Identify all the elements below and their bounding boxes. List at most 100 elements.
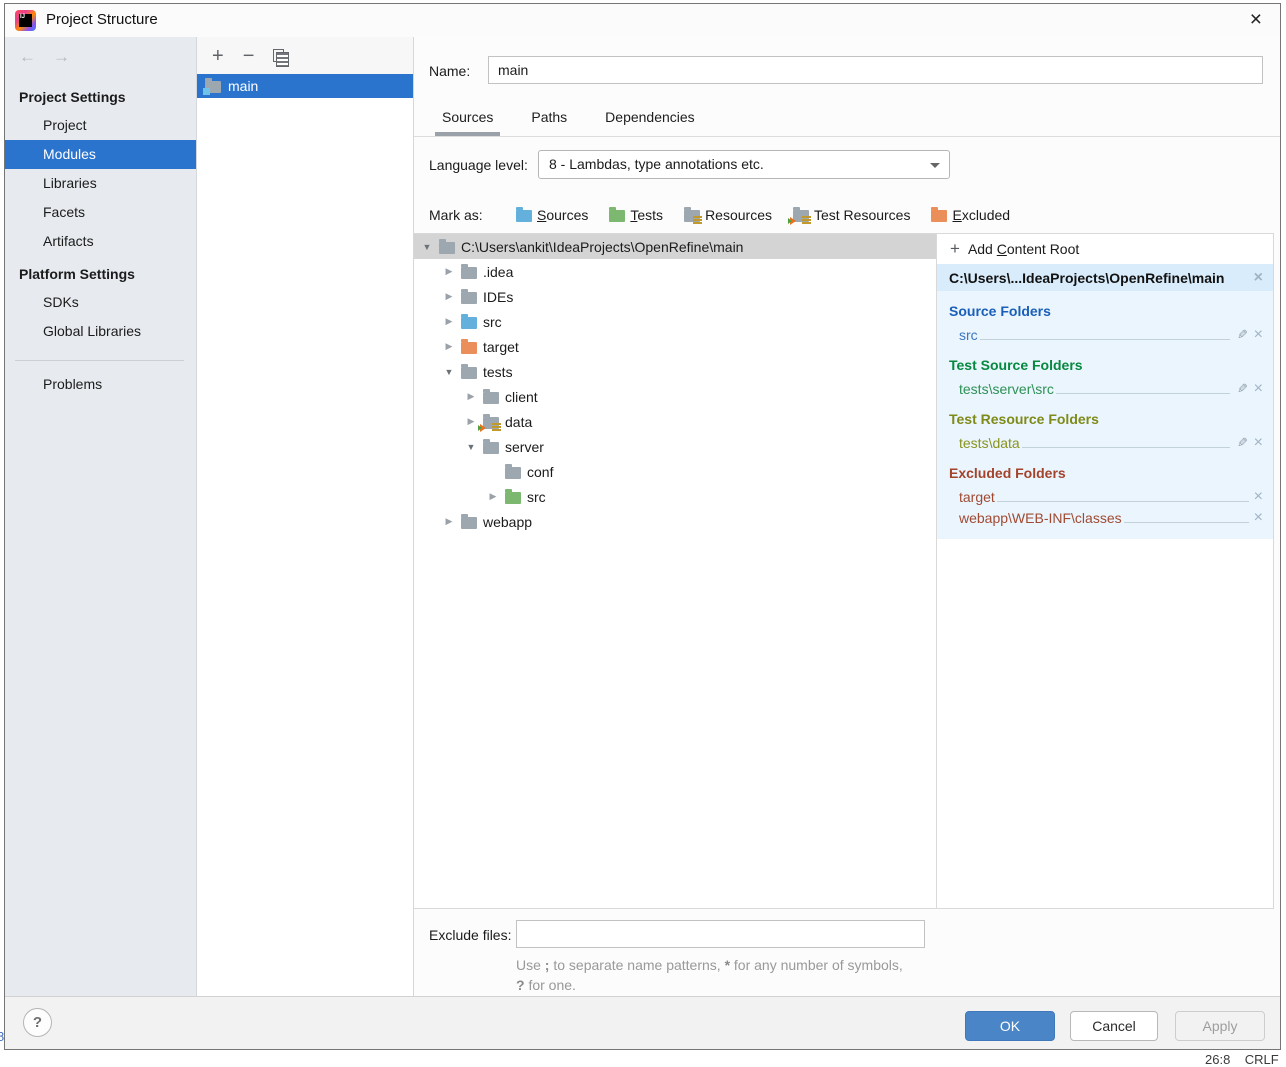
- remove-icon[interactable]: ×: [1254, 381, 1263, 397]
- add-icon[interactable]: +: [212, 46, 224, 66]
- tab-bar: Sources Paths Dependencies: [435, 105, 702, 129]
- sidebar-item-modules[interactable]: Modules: [5, 140, 196, 169]
- mark-as-resources-button[interactable]: Resources: [684, 207, 772, 223]
- add-content-root-button[interactable]: + Add Content Root: [937, 234, 1273, 264]
- collapse-icon[interactable]: [421, 242, 433, 252]
- tree-node-webapp[interactable]: webapp: [414, 509, 936, 534]
- mark-as-tests-button[interactable]: Tests: [609, 207, 663, 223]
- mark-as-excluded-button[interactable]: Excluded: [931, 207, 1010, 223]
- copy-icon[interactable]: [273, 49, 284, 62]
- leader-line: [1124, 522, 1249, 523]
- title-bar: IJ Project Structure ×: [5, 4, 1280, 37]
- excluded-folders-group: Excluded Folders target × webapp\WEB-INF…: [949, 462, 1263, 526]
- tab-separator: [414, 136, 1280, 137]
- expand-icon[interactable]: [465, 416, 477, 427]
- tab-dependencies[interactable]: Dependencies: [598, 105, 702, 129]
- test-source-folder-icon: [505, 492, 521, 504]
- tree-node-client[interactable]: client: [414, 384, 936, 409]
- sidebar-item-project[interactable]: Project: [5, 111, 196, 140]
- forward-icon[interactable]: →: [53, 48, 70, 79]
- remove-icon[interactable]: ×: [1254, 510, 1263, 526]
- edit-icon[interactable]: ✎: [1237, 381, 1248, 397]
- apply-button[interactable]: Apply: [1175, 1011, 1265, 1041]
- remove-icon[interactable]: −: [243, 46, 255, 66]
- tree-node-target[interactable]: target: [414, 334, 936, 359]
- tree-node-ides[interactable]: IDEs: [414, 284, 936, 309]
- remove-content-root-icon[interactable]: ×: [1254, 270, 1263, 286]
- sidebar-item-problems[interactable]: Problems: [5, 370, 196, 399]
- leader-line: [1056, 393, 1230, 394]
- mark-as-sources-button[interactable]: Sources: [516, 207, 588, 223]
- test-resources-folder-icon: [483, 417, 499, 429]
- cancel-button[interactable]: Cancel: [1070, 1011, 1158, 1041]
- excluded-folder-item: webapp\WEB-INF\classes ×: [949, 505, 1263, 526]
- mark-as-label: Mark as:: [429, 207, 483, 223]
- exclude-files-input[interactable]: [516, 920, 925, 948]
- section-header-project-settings: Project Settings: [5, 83, 196, 111]
- collapse-icon[interactable]: [465, 442, 477, 452]
- content-root-folders: Source Folders src ✎ × Test Source Folde…: [937, 291, 1273, 539]
- edit-icon[interactable]: ✎: [1237, 435, 1248, 451]
- module-name-input[interactable]: [488, 56, 1263, 84]
- dialog-footer: ? OK Cancel Apply: [5, 996, 1280, 1049]
- close-icon[interactable]: ×: [1250, 8, 1262, 32]
- expand-icon[interactable]: [443, 341, 455, 352]
- folder-icon: [461, 517, 477, 529]
- sources-folder-icon: [516, 210, 532, 222]
- name-label: Name:: [429, 63, 470, 79]
- sidebar-item-sdks[interactable]: SDKs: [5, 288, 196, 317]
- expand-icon[interactable]: [487, 491, 499, 502]
- expand-icon[interactable]: [443, 516, 455, 527]
- expand-icon[interactable]: [443, 266, 455, 277]
- source-folder-icon: [461, 317, 477, 329]
- tree-node-root[interactable]: C:\Users\ankit\IdeaProjects\OpenRefine\m…: [414, 234, 936, 259]
- module-list-item-main[interactable]: main: [197, 74, 413, 98]
- resources-folder-icon: [684, 210, 700, 222]
- tab-paths[interactable]: Paths: [524, 105, 574, 129]
- sidebar-item-artifacts[interactable]: Artifacts: [5, 227, 196, 256]
- expand-icon[interactable]: [443, 291, 455, 302]
- test-resource-folder-item: tests\data ✎ ×: [949, 430, 1263, 451]
- tree-node-conf[interactable]: conf: [414, 459, 936, 484]
- remove-icon[interactable]: ×: [1254, 489, 1263, 505]
- edit-icon[interactable]: ✎: [1237, 327, 1248, 343]
- tree-node-idea[interactable]: .idea: [414, 259, 936, 284]
- group-title: Test Resource Folders: [949, 408, 1263, 430]
- help-button[interactable]: ?: [23, 1008, 52, 1037]
- tree-node-server[interactable]: server: [414, 434, 936, 459]
- settings-sidebar: ← → Project Settings Project Modules Lib…: [5, 37, 197, 996]
- tree-node-tests[interactable]: tests: [414, 359, 936, 384]
- folder-icon: [461, 267, 477, 279]
- tab-sources[interactable]: Sources: [435, 105, 500, 129]
- module-icon: [205, 81, 221, 93]
- dialog-title: Project Structure: [46, 11, 158, 28]
- folder-icon: [461, 292, 477, 304]
- collapse-icon[interactable]: [443, 367, 455, 377]
- tree-node-data[interactable]: data: [414, 409, 936, 434]
- back-icon[interactable]: ←: [19, 48, 36, 79]
- expand-icon[interactable]: [465, 391, 477, 402]
- language-level-label: Language level:: [429, 157, 528, 173]
- mark-as-test-resources-button[interactable]: Test Resources: [793, 207, 910, 223]
- tree-node-src[interactable]: src: [414, 309, 936, 334]
- ok-button[interactable]: OK: [965, 1011, 1055, 1041]
- history-nav: ← →: [5, 37, 196, 79]
- sidebar-item-facets[interactable]: Facets: [5, 198, 196, 227]
- tests-folder-icon: [609, 210, 625, 222]
- excluded-folder-item: target ×: [949, 484, 1263, 505]
- tree-node-server-src[interactable]: src: [414, 484, 936, 509]
- language-level-select[interactable]: 8 - Lambdas, type annotations etc.: [538, 150, 950, 179]
- sidebar-item-global-libraries[interactable]: Global Libraries: [5, 317, 196, 346]
- test-resource-folders-group: Test Resource Folders tests\data ✎ ×: [949, 408, 1263, 451]
- test-source-folders-group: Test Source Folders tests\server\src ✎ ×: [949, 354, 1263, 397]
- language-level-value: 8 - Lambdas, type annotations etc.: [549, 156, 764, 172]
- group-title: Excluded Folders: [949, 462, 1263, 484]
- chevron-down-icon: [930, 163, 940, 168]
- excluded-folder-icon: [461, 342, 477, 354]
- sidebar-item-libraries[interactable]: Libraries: [5, 169, 196, 198]
- remove-icon[interactable]: ×: [1254, 435, 1263, 451]
- excluded-folder-icon: [931, 210, 947, 222]
- remove-icon[interactable]: ×: [1254, 327, 1263, 343]
- expand-icon[interactable]: [443, 316, 455, 327]
- source-folders-group: Source Folders src ✎ ×: [949, 300, 1263, 343]
